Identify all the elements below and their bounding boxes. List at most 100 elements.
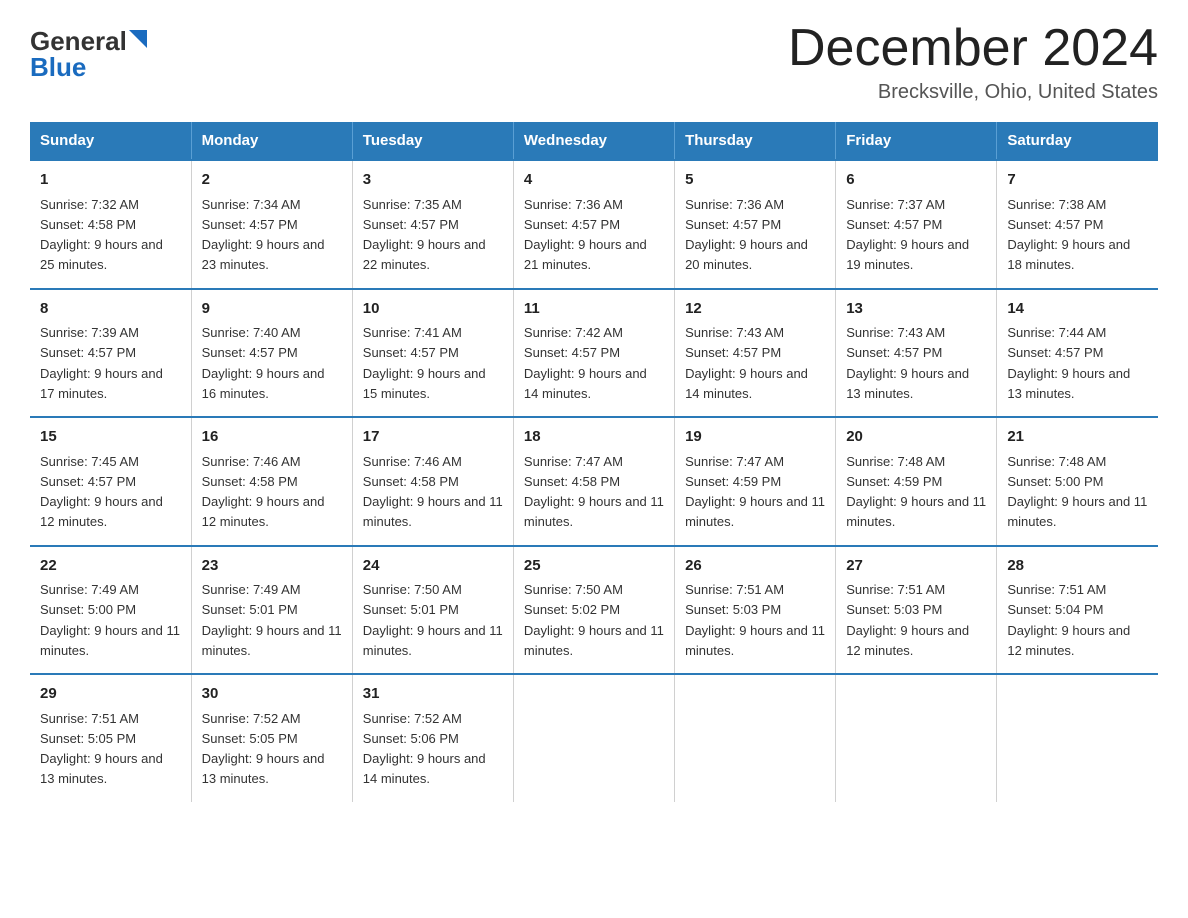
header-monday: Monday — [191, 122, 352, 160]
day-number: 18 — [524, 426, 664, 449]
empty-cell-w4-4 — [675, 674, 836, 802]
day-cell-7: 7 Sunrise: 7:38 AMSunset: 4:57 PMDaylight… — [997, 160, 1158, 289]
day-number: 14 — [1007, 298, 1148, 321]
day-info: Sunrise: 7:52 AMSunset: 5:06 PMDaylight:… — [363, 711, 486, 787]
day-info: Sunrise: 7:47 AMSunset: 4:59 PMDaylight:… — [685, 454, 825, 530]
day-info: Sunrise: 7:51 AMSunset: 5:03 PMDaylight:… — [685, 582, 825, 658]
day-info: Sunrise: 7:47 AMSunset: 4:58 PMDaylight:… — [524, 454, 664, 530]
day-info: Sunrise: 7:32 AMSunset: 4:58 PMDaylight:… — [40, 197, 163, 273]
day-cell-18: 18 Sunrise: 7:47 AMSunset: 4:58 PMDayligh… — [513, 417, 674, 546]
day-info: Sunrise: 7:36 AMSunset: 4:57 PMDaylight:… — [685, 197, 808, 273]
day-info: Sunrise: 7:51 AMSunset: 5:05 PMDaylight:… — [40, 711, 163, 787]
page-subtitle: Brecksville, Ohio, United States — [788, 81, 1158, 104]
day-number: 29 — [40, 683, 181, 706]
day-cell-26: 26Sunrise: 7:51 AMSunset: 5:03 PMDayligh… — [675, 546, 836, 675]
day-info: Sunrise: 7:51 AMSunset: 5:03 PMDaylight:… — [846, 582, 969, 658]
header-wednesday: Wednesday — [513, 122, 674, 160]
day-info: Sunrise: 7:37 AMSunset: 4:57 PMDaylight:… — [846, 197, 969, 273]
day-info: Sunrise: 7:49 AMSunset: 5:00 PMDaylight:… — [40, 582, 180, 658]
day-number: 7 — [1007, 169, 1148, 192]
day-cell-31: 31 Sunrise: 7:52 AMSunset: 5:06 PMDayligh… — [352, 674, 513, 802]
day-info: Sunrise: 7:48 AMSunset: 5:00 PMDaylight:… — [1007, 454, 1147, 530]
day-info: Sunrise: 7:46 AMSunset: 4:58 PMDaylight:… — [202, 454, 325, 530]
day-number: 10 — [363, 298, 503, 321]
day-number: 8 — [40, 298, 181, 321]
day-cell-25: 25 Sunrise: 7:50 AMSunset: 5:02 PMDayligh… — [513, 546, 674, 675]
day-cell-3: 3Sunrise: 7:35 AMSunset: 4:57 PMDaylight… — [352, 160, 513, 289]
day-cell-10: 10 Sunrise: 7:41 AMSunset: 4:57 PMDayligh… — [352, 289, 513, 418]
logo-general: General — [30, 28, 127, 54]
day-info: Sunrise: 7:51 AMSunset: 5:04 PMDaylight:… — [1007, 582, 1130, 658]
week-row-2: 8 Sunrise: 7:39 AMSunset: 4:57 PMDaylight… — [30, 289, 1158, 418]
logo-arrow-icon — [129, 30, 147, 48]
day-cell-4: 4 Sunrise: 7:36 AMSunset: 4:57 PMDaylight… — [513, 160, 674, 289]
day-cell-22: 22Sunrise: 7:49 AMSunset: 5:00 PMDayligh… — [30, 546, 191, 675]
day-cell-11: 11Sunrise: 7:42 AMSunset: 4:57 PMDayligh… — [513, 289, 674, 418]
day-info: Sunrise: 7:49 AMSunset: 5:01 PMDaylight:… — [202, 582, 342, 658]
day-number: 4 — [524, 169, 664, 192]
header-saturday: Saturday — [997, 122, 1158, 160]
day-number: 27 — [846, 555, 986, 578]
day-number: 28 — [1007, 555, 1148, 578]
day-number: 25 — [524, 555, 664, 578]
day-info: Sunrise: 7:35 AMSunset: 4:57 PMDaylight:… — [363, 197, 486, 273]
day-number: 13 — [846, 298, 986, 321]
day-cell-29: 29 Sunrise: 7:51 AMSunset: 5:05 PMDayligh… — [30, 674, 191, 802]
day-info: Sunrise: 7:39 AMSunset: 4:57 PMDaylight:… — [40, 325, 163, 401]
day-info: Sunrise: 7:41 AMSunset: 4:57 PMDaylight:… — [363, 325, 486, 401]
day-info: Sunrise: 7:44 AMSunset: 4:57 PMDaylight:… — [1007, 325, 1130, 401]
header-row: Sunday Monday Tuesday Wednesday Thursday… — [30, 122, 1158, 160]
day-number: 30 — [202, 683, 342, 706]
header-friday: Friday — [836, 122, 997, 160]
header-thursday: Thursday — [675, 122, 836, 160]
day-number: 23 — [202, 555, 342, 578]
header-sunday: Sunday — [30, 122, 191, 160]
week-row-1: 1 Sunrise: 7:32 AMSunset: 4:58 PMDaylight… — [30, 160, 1158, 289]
day-info: Sunrise: 7:38 AMSunset: 4:57 PMDaylight:… — [1007, 197, 1130, 273]
week-row-5: 29 Sunrise: 7:51 AMSunset: 5:05 PMDayligh… — [30, 674, 1158, 802]
calendar-header: Sunday Monday Tuesday Wednesday Thursday… — [30, 122, 1158, 160]
day-info: Sunrise: 7:40 AMSunset: 4:57 PMDaylight:… — [202, 325, 325, 401]
calendar-body: 1 Sunrise: 7:32 AMSunset: 4:58 PMDaylight… — [30, 160, 1158, 802]
day-info: Sunrise: 7:50 AMSunset: 5:02 PMDaylight:… — [524, 582, 664, 658]
page-header: General Blue December 2024 Brecksville, … — [30, 20, 1158, 104]
day-info: Sunrise: 7:52 AMSunset: 5:05 PMDaylight:… — [202, 711, 325, 787]
day-cell-13: 13 Sunrise: 7:43 AMSunset: 4:57 PMDayligh… — [836, 289, 997, 418]
day-cell-12: 12Sunrise: 7:43 AMSunset: 4:57 PMDayligh… — [675, 289, 836, 418]
day-info: Sunrise: 7:43 AMSunset: 4:57 PMDaylight:… — [846, 325, 969, 401]
empty-cell-w4-5 — [836, 674, 997, 802]
empty-cell-w4-3 — [513, 674, 674, 802]
day-cell-30: 30 Sunrise: 7:52 AMSunset: 5:05 PMDayligh… — [191, 674, 352, 802]
day-cell-24: 24Sunrise: 7:50 AMSunset: 5:01 PMDayligh… — [352, 546, 513, 675]
day-cell-16: 16 Sunrise: 7:46 AMSunset: 4:58 PMDayligh… — [191, 417, 352, 546]
day-number: 20 — [846, 426, 986, 449]
calendar-table: Sunday Monday Tuesday Wednesday Thursday… — [30, 122, 1158, 802]
day-cell-15: 15Sunrise: 7:45 AMSunset: 4:57 PMDayligh… — [30, 417, 191, 546]
day-number: 11 — [524, 298, 664, 321]
day-cell-23: 23 Sunrise: 7:49 AMSunset: 5:01 PMDayligh… — [191, 546, 352, 675]
day-cell-17: 17Sunrise: 7:46 AMSunset: 4:58 PMDayligh… — [352, 417, 513, 546]
header-tuesday: Tuesday — [352, 122, 513, 160]
empty-cell-w4-6 — [997, 674, 1158, 802]
day-cell-6: 6Sunrise: 7:37 AMSunset: 4:57 PMDaylight… — [836, 160, 997, 289]
week-row-3: 15Sunrise: 7:45 AMSunset: 4:57 PMDayligh… — [30, 417, 1158, 546]
week-row-4: 22Sunrise: 7:49 AMSunset: 5:00 PMDayligh… — [30, 546, 1158, 675]
day-cell-21: 21Sunrise: 7:48 AMSunset: 5:00 PMDayligh… — [997, 417, 1158, 546]
day-number: 1 — [40, 169, 181, 192]
day-number: 24 — [363, 555, 503, 578]
day-number: 19 — [685, 426, 825, 449]
day-number: 9 — [202, 298, 342, 321]
day-info: Sunrise: 7:46 AMSunset: 4:58 PMDaylight:… — [363, 454, 503, 530]
day-number: 16 — [202, 426, 342, 449]
day-number: 12 — [685, 298, 825, 321]
day-info: Sunrise: 7:36 AMSunset: 4:57 PMDaylight:… — [524, 197, 647, 273]
day-cell-19: 19 Sunrise: 7:47 AMSunset: 4:59 PMDayligh… — [675, 417, 836, 546]
logo: General Blue — [30, 28, 147, 80]
day-cell-2: 2Sunrise: 7:34 AMSunset: 4:57 PMDaylight… — [191, 160, 352, 289]
day-info: Sunrise: 7:48 AMSunset: 4:59 PMDaylight:… — [846, 454, 986, 530]
day-info: Sunrise: 7:34 AMSunset: 4:57 PMDaylight:… — [202, 197, 325, 273]
day-cell-27: 27 Sunrise: 7:51 AMSunset: 5:03 PMDayligh… — [836, 546, 997, 675]
day-number: 31 — [363, 683, 503, 706]
title-area: December 2024 Brecksville, Ohio, United … — [788, 20, 1158, 104]
day-info: Sunrise: 7:45 AMSunset: 4:57 PMDaylight:… — [40, 454, 163, 530]
